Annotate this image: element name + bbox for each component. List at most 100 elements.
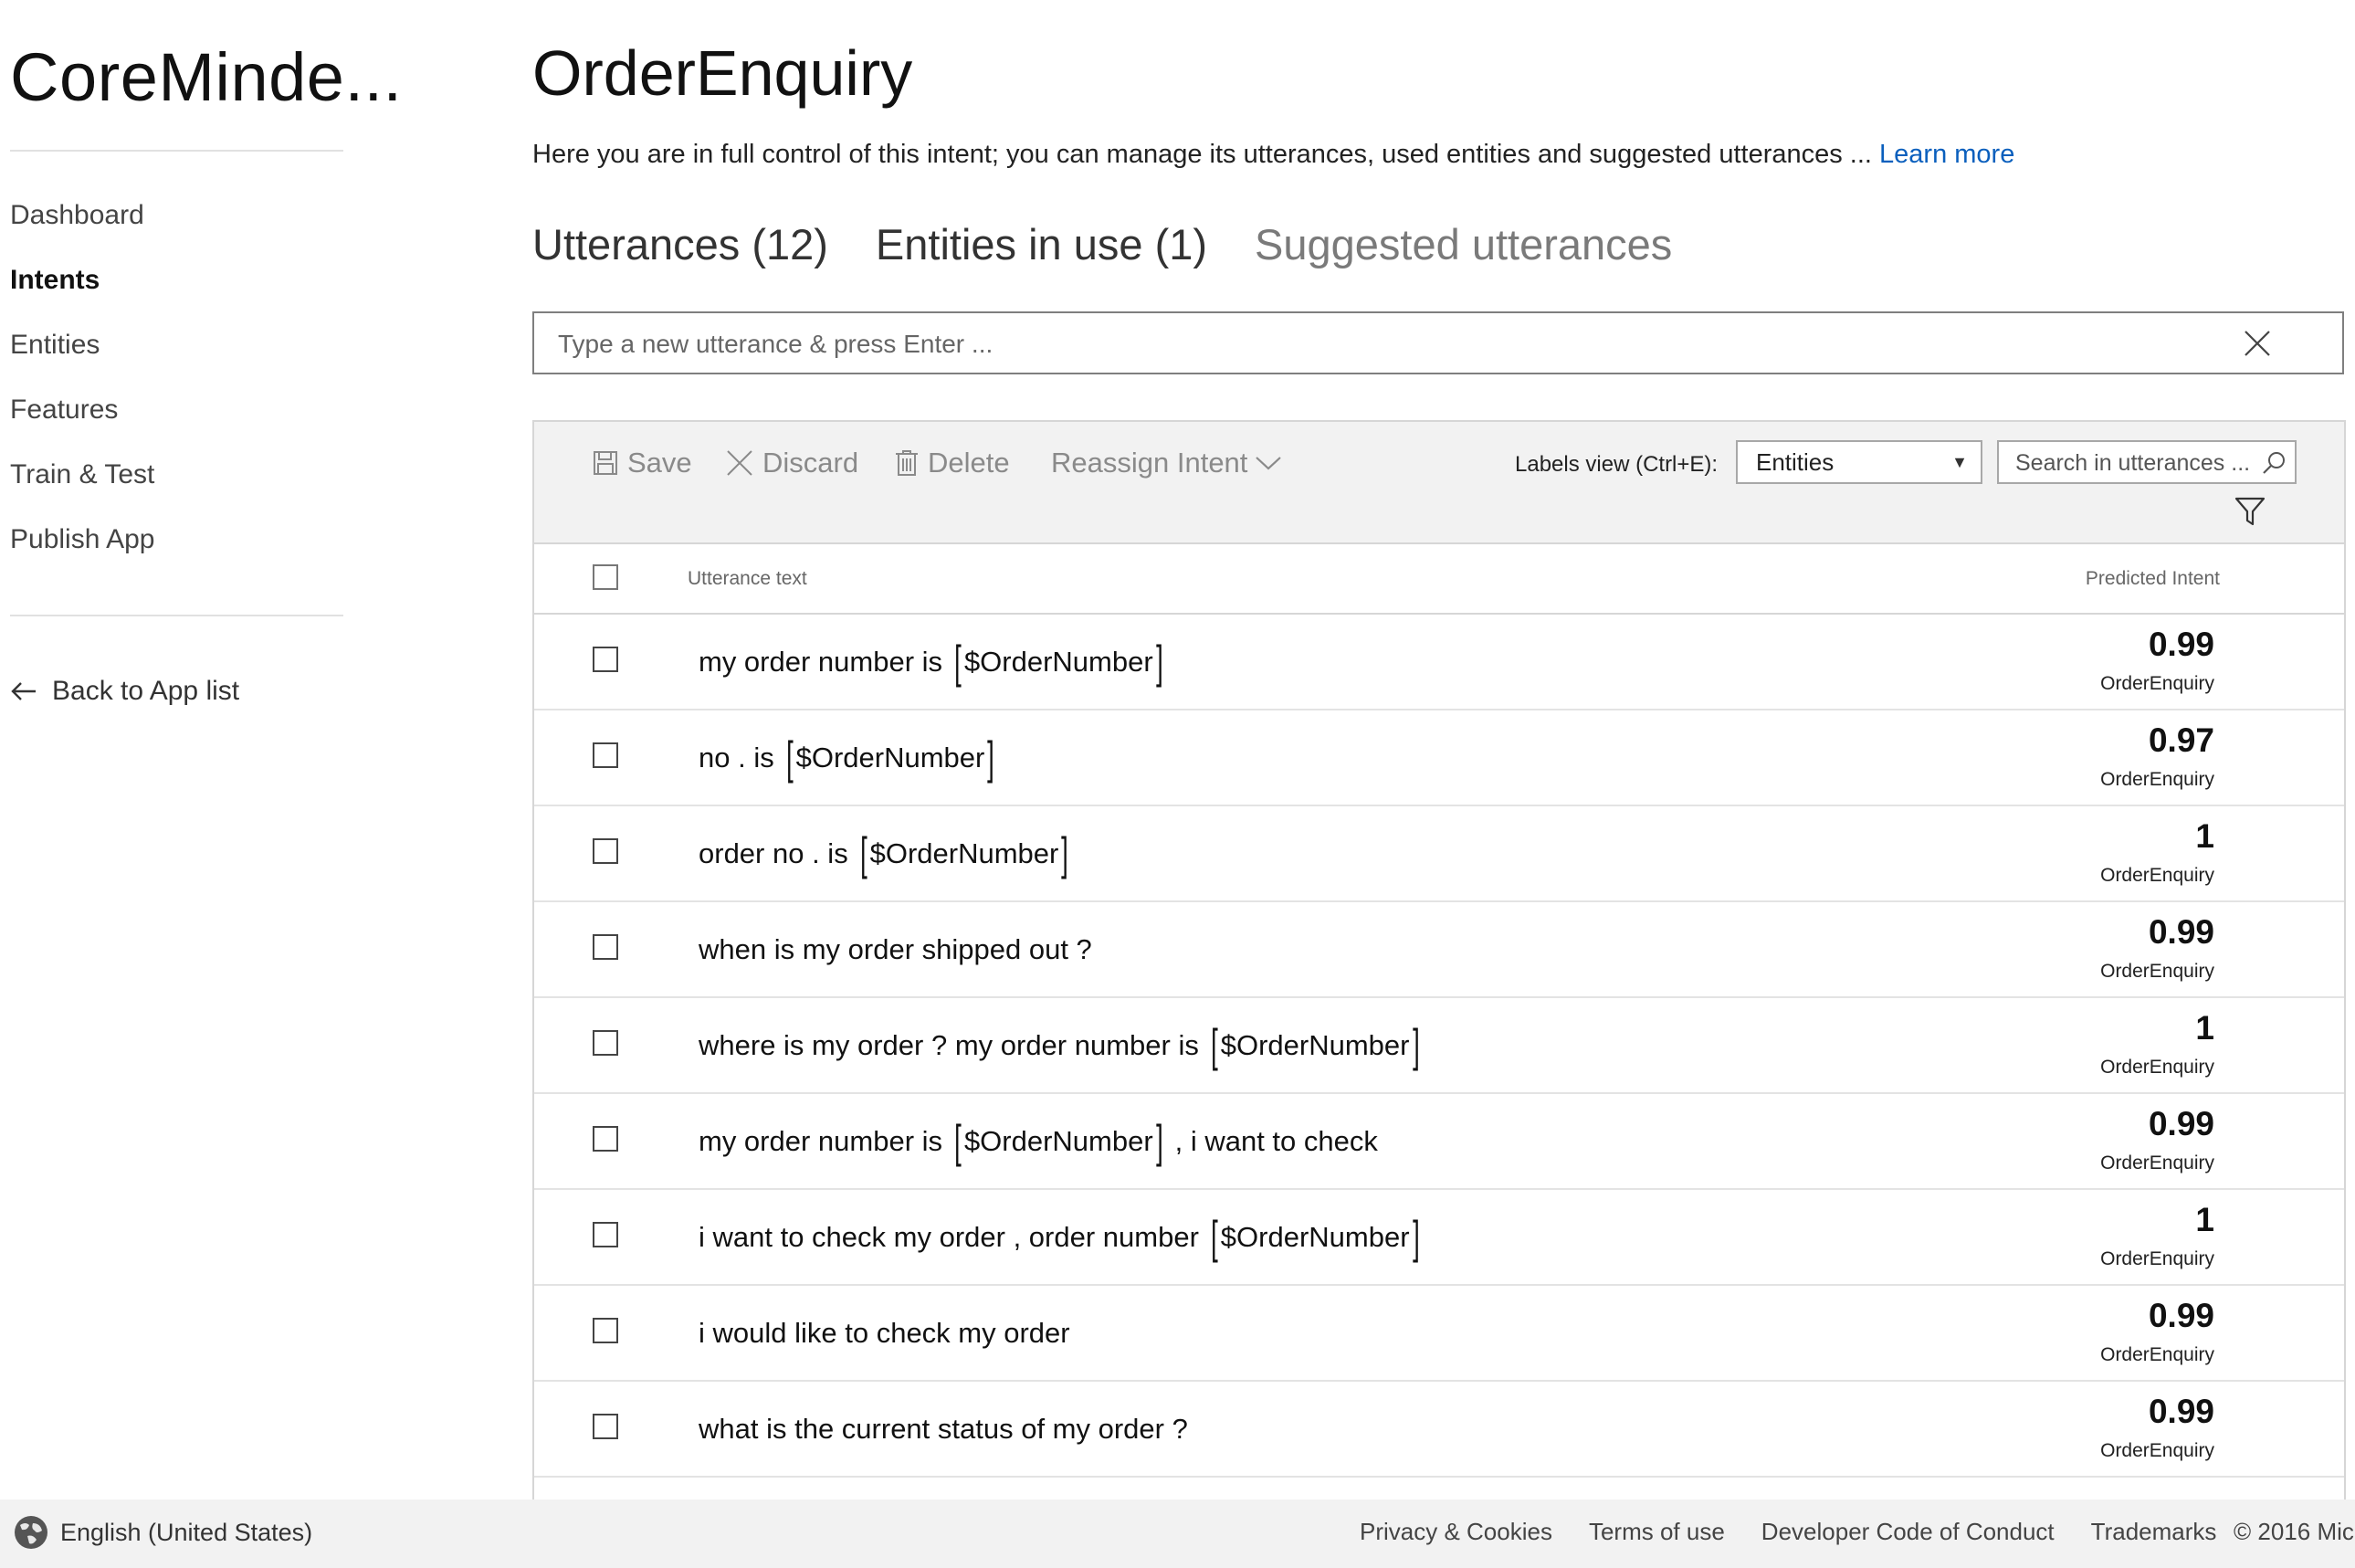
utterance-search-input[interactable] bbox=[2013, 442, 2255, 484]
table-row[interactable]: i would like to check my order 0.99 OrderE… bbox=[534, 1286, 2344, 1382]
utterance-segment: my order number is bbox=[699, 645, 943, 678]
utterance-segment: i would like to check my order bbox=[699, 1316, 1070, 1349]
table-row[interactable]: my order number is[$OrderNumber] 0.99 Orde… bbox=[534, 615, 2344, 710]
select-all-checkbox[interactable] bbox=[593, 564, 618, 590]
entity-name: $OrderNumber bbox=[963, 645, 1153, 678]
language-label: English (United States) bbox=[60, 1518, 313, 1546]
row-checkbox[interactable] bbox=[593, 1414, 618, 1439]
tab-suggested-utterances[interactable]: Suggested utterances bbox=[1255, 219, 1672, 269]
utterance-text[interactable]: i want to check my order , order number [… bbox=[695, 1190, 1427, 1284]
table-row[interactable]: my order number is[$OrderNumber], i want… bbox=[534, 1094, 2344, 1190]
table-row[interactable]: where is my order ? my order number is [$… bbox=[534, 998, 2344, 1094]
language-selector[interactable]: English (United States) bbox=[13, 1514, 312, 1551]
discard-button[interactable]: Discard bbox=[726, 442, 858, 484]
entity-label[interactable]: [$OrderNumber] bbox=[951, 639, 1166, 685]
utterance-text[interactable]: my order number is[$OrderNumber] bbox=[695, 615, 1172, 709]
table-row[interactable]: what is the current status of my order ?… bbox=[534, 1382, 2344, 1478]
sidebar-item-publish-app[interactable]: Publish App bbox=[10, 518, 339, 583]
footer: English (United States) Privacy & Cookie… bbox=[0, 1500, 2355, 1568]
delete-label: Delete bbox=[928, 447, 1010, 479]
utterance-text[interactable]: order no . is [$OrderNumber] bbox=[695, 806, 1077, 900]
page-title: OrderEnquiry bbox=[532, 37, 913, 109]
utterance-segment: my order number is bbox=[699, 1124, 943, 1157]
filter-icon[interactable] bbox=[2234, 497, 2266, 526]
utterance-text[interactable]: when is my order shipped out ? bbox=[695, 902, 1096, 996]
utterance-text[interactable]: i would like to check my order bbox=[695, 1286, 1074, 1380]
reassign-label: Reassign Intent bbox=[1051, 447, 1248, 479]
row-checkbox[interactable] bbox=[593, 934, 618, 960]
bracket-right-icon: ] bbox=[1412, 1019, 1420, 1071]
description-text: Here you are in full control of this int… bbox=[532, 140, 1880, 169]
predicted-intent: OrderEnquiry bbox=[2100, 961, 2214, 982]
bracket-left-icon: [ bbox=[954, 636, 962, 688]
bracket-right-icon: ] bbox=[1412, 1211, 1420, 1263]
sidebar-item-train-test[interactable]: Train & Test bbox=[10, 453, 339, 518]
arrow-left-icon bbox=[11, 682, 36, 700]
row-checkbox[interactable] bbox=[593, 1030, 618, 1056]
table-row[interactable]: i want to check my order , order number [… bbox=[534, 1190, 2344, 1286]
delete-button[interactable]: Delete bbox=[895, 442, 1010, 484]
row-checkbox[interactable] bbox=[593, 1318, 618, 1343]
table-row[interactable]: when is my order shipped out ? 0.99 OrderE… bbox=[534, 902, 2344, 998]
sidebar-divider bbox=[10, 615, 343, 616]
bracket-left-icon: [ bbox=[954, 1115, 962, 1167]
row-checkbox[interactable] bbox=[593, 1126, 618, 1152]
tab-utterances[interactable]: Utterances (12) bbox=[532, 219, 828, 269]
save-label: Save bbox=[627, 447, 692, 479]
predicted-intent: OrderEnquiry bbox=[2100, 1248, 2214, 1269]
bracket-right-icon: ] bbox=[987, 731, 995, 784]
learn-more-link[interactable]: Learn more bbox=[1879, 140, 2014, 169]
table-row[interactable]: no . is [$OrderNumber] 0.97 OrderEnquiry bbox=[534, 710, 2344, 806]
bracket-right-icon: ] bbox=[1155, 1115, 1163, 1167]
search-icon[interactable] bbox=[2262, 451, 2286, 475]
footer-link-privacy-cookies[interactable]: Privacy & Cookies bbox=[1360, 1518, 1552, 1546]
trash-icon bbox=[896, 450, 918, 476]
labels-view-select[interactable]: Entities ▼ bbox=[1736, 440, 1982, 484]
row-checkbox[interactable] bbox=[593, 838, 618, 864]
sidebar-item-features[interactable]: Features bbox=[10, 388, 339, 453]
sidebar-item-entities[interactable]: Entities bbox=[10, 323, 339, 388]
entity-label[interactable]: [$OrderNumber] bbox=[1208, 1215, 1423, 1260]
tab-entities-in-use[interactable]: Entities in use (1) bbox=[876, 219, 1207, 269]
utterance-text[interactable]: my order number is[$OrderNumber], i want… bbox=[695, 1094, 1382, 1188]
utterance-text[interactable]: where is my order ? my order number is [$… bbox=[695, 998, 1427, 1092]
predicted-intent: OrderEnquiry bbox=[2100, 1344, 2214, 1365]
predicted-intent: OrderEnquiry bbox=[2100, 1057, 2214, 1078]
column-header-predicted-intent[interactable]: Predicted Intent bbox=[2086, 568, 2220, 590]
close-icon[interactable] bbox=[2244, 330, 2271, 357]
utterance-segment: what is the current status of my order ? bbox=[699, 1412, 1188, 1445]
row-checkbox[interactable] bbox=[593, 647, 618, 672]
entity-name: $OrderNumber bbox=[795, 741, 985, 773]
predicted-intent: OrderEnquiry bbox=[2100, 1152, 2214, 1173]
save-button[interactable]: Save bbox=[593, 442, 692, 484]
entity-label[interactable]: [$OrderNumber] bbox=[951, 1119, 1166, 1164]
footer-link-terms-of-use[interactable]: Terms of use bbox=[1589, 1518, 1725, 1546]
utterance-segment: , i want to check bbox=[1174, 1124, 1378, 1157]
back-to-app-list-link[interactable]: Back to App list bbox=[10, 676, 239, 707]
entity-label[interactable]: [$OrderNumber] bbox=[783, 735, 998, 781]
row-checkbox[interactable] bbox=[593, 742, 618, 768]
prediction-score: 0.99 bbox=[2148, 1297, 2214, 1334]
entity-name: $OrderNumber bbox=[963, 1124, 1153, 1157]
sidebar-item-dashboard[interactable]: Dashboard bbox=[10, 194, 339, 258]
new-utterance-input[interactable] bbox=[556, 313, 2112, 374]
footer-links: Privacy & Cookies Terms of use Developer C… bbox=[1360, 1518, 2216, 1546]
entity-label[interactable]: [$OrderNumber] bbox=[857, 831, 1072, 877]
entity-label[interactable]: [$OrderNumber] bbox=[1208, 1023, 1423, 1068]
prediction-score: 0.99 bbox=[2148, 913, 2214, 951]
reassign-intent-button[interactable]: Reassign Intent bbox=[1051, 442, 1282, 484]
table-row[interactable]: order no . is [$OrderNumber] 1 OrderEnquiry bbox=[534, 806, 2344, 902]
intent-tabs: Utterances (12) Entities in use (1) Sugges… bbox=[532, 219, 1672, 269]
globe-icon bbox=[15, 1516, 47, 1549]
row-checkbox[interactable] bbox=[593, 1222, 618, 1247]
utterance-text[interactable]: what is the current status of my order ? bbox=[695, 1382, 1192, 1476]
utterance-text[interactable]: no . is [$OrderNumber] bbox=[695, 710, 1003, 805]
footer-link-trademarks[interactable]: Trademarks bbox=[2091, 1518, 2217, 1546]
sidebar-item-intents[interactable]: Intents bbox=[10, 258, 339, 323]
column-header-utterance-text[interactable]: Utterance text bbox=[688, 568, 807, 590]
utterance-segment: when is my order shipped out ? bbox=[699, 932, 1092, 965]
prediction-score: 0.99 bbox=[2148, 1393, 2214, 1430]
footer-link-developer-code-of-conduct[interactable]: Developer Code of Conduct bbox=[1761, 1518, 2055, 1546]
sidebar-nav: Dashboard Intents Entities Features Train & … bbox=[10, 194, 339, 583]
back-link-label: Back to App list bbox=[52, 676, 240, 706]
